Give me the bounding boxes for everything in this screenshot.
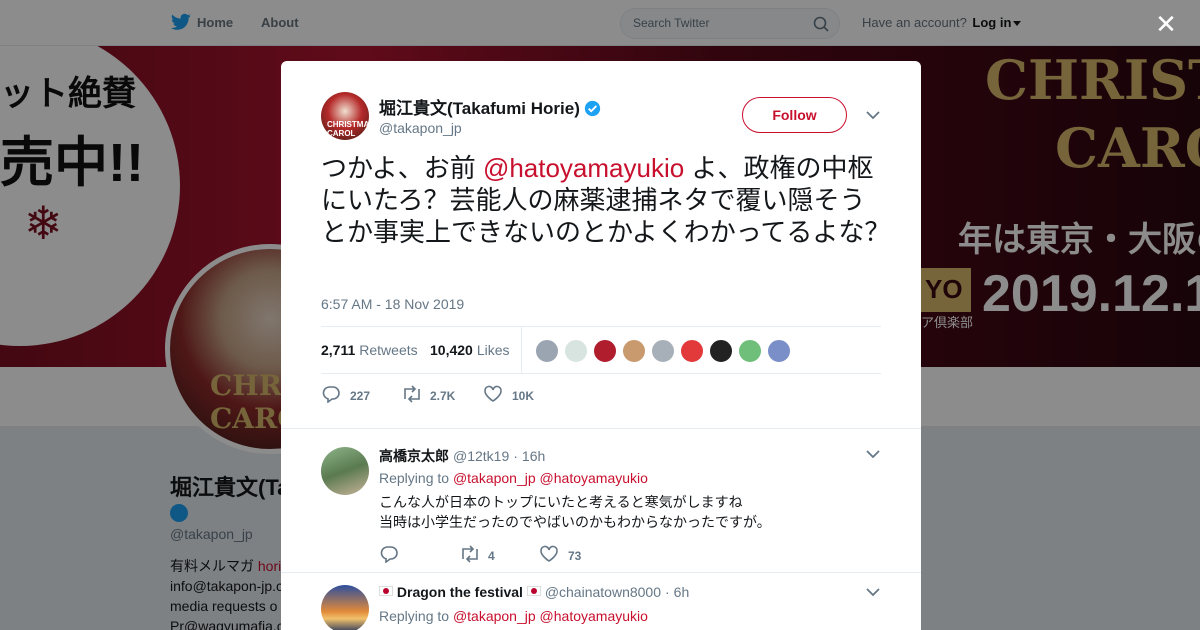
reply-mention-link[interactable]: @hatoyamayukio xyxy=(540,470,648,486)
retweets-label: Retweets xyxy=(359,342,418,358)
author-name-text: 堀江貴文(Takafumi Horie) xyxy=(379,99,580,118)
reply-author-name: 高橋京太郎 xyxy=(379,448,449,464)
liker-avatar[interactable] xyxy=(622,339,646,363)
liker-avatar[interactable] xyxy=(651,339,675,363)
tweet-author-name[interactable]: 堀江貴文(Takafumi Horie) xyxy=(379,94,601,119)
tweet-text-before: つかよ、お前 xyxy=(321,153,483,183)
reply-dot: · xyxy=(513,448,518,464)
reply-mention-link[interactable]: @hatoyamayukio xyxy=(540,608,648,624)
liker-avatar[interactable] xyxy=(680,339,704,363)
reply-replying-to: Replying to @takapon_jp @hatoyamayukio xyxy=(379,608,648,624)
like-count: 10K xyxy=(512,389,535,403)
reply-replying-to: Replying to @takapon_jp @hatoyamayukio xyxy=(379,470,648,486)
avatar-caption: CHRISTMAS CAROL xyxy=(327,120,369,138)
liker-avatar[interactable] xyxy=(564,339,588,363)
replying-to-label: Replying to xyxy=(379,470,450,486)
likes-stat[interactable]: 10,420 Likes xyxy=(430,342,510,358)
liker-avatar[interactable] xyxy=(709,339,733,363)
reply-text: こんな人が日本のトップにいたと考えると寒気がしますね 当時は小学生だったのでやば… xyxy=(379,492,771,532)
section-divider xyxy=(281,572,921,573)
liker-avatar[interactable] xyxy=(738,339,762,363)
replying-to-label: Replying to xyxy=(379,608,450,624)
reply-text-line2: 当時は小学生だったのでやばいのかもわからなかったですが。 xyxy=(379,514,771,530)
japan-flag-icon xyxy=(526,586,541,596)
tweet-modal: CHRISTMAS CAROL 堀江貴文(Takafumi Horie) @ta… xyxy=(281,61,921,630)
reply-icon xyxy=(380,546,398,563)
reply-author-handle: @chainatown8000 xyxy=(544,584,661,600)
japan-flag-icon xyxy=(379,586,393,596)
reply-time: 6h xyxy=(673,584,690,600)
reply-icon xyxy=(322,386,340,403)
reply-author[interactable]: Dragon the festival @chainatown8000 · 6h xyxy=(379,584,689,600)
tweet-text: つかよ、お前 @hatoyamayukio よ、政権の中枢にいたろ？芸能人の麻薬… xyxy=(321,152,891,248)
retweets-stat[interactable]: 2,711 Retweets xyxy=(321,342,418,358)
chevron-down-icon[interactable] xyxy=(866,588,880,597)
tweet-mention-link[interactable]: @hatoyamayukio xyxy=(483,153,684,183)
chevron-down-icon[interactable] xyxy=(866,111,880,120)
likes-label: Likes xyxy=(476,342,510,358)
chevron-down-icon[interactable] xyxy=(866,450,880,459)
reply-count: 227 xyxy=(350,389,371,403)
stats-divider xyxy=(521,327,522,374)
reply-author-handle: @12tk19 xyxy=(453,448,510,464)
reply-avatar[interactable] xyxy=(321,585,369,630)
reply-author[interactable]: 高橋京太郎 @12tk19 · 16h xyxy=(379,446,545,466)
heart-icon xyxy=(540,545,558,562)
verified-badge-icon xyxy=(584,100,601,117)
likes-count: 10,420 xyxy=(430,342,473,358)
reply-time: 16h xyxy=(521,448,546,464)
tweet-author-avatar[interactable]: CHRISTMAS CAROL xyxy=(321,92,369,140)
tweet-stats: 2,711 Retweets 10,420 Likes xyxy=(321,326,881,374)
reply-author-name: Dragon the festival xyxy=(396,584,523,600)
follow-button[interactable]: Follow xyxy=(742,97,847,133)
retweet-count: 2.7K xyxy=(430,389,456,403)
tweet-author-handle[interactable]: @takapon_jp xyxy=(379,120,462,136)
like-count: 73 xyxy=(568,549,582,563)
liker-avatar[interactable] xyxy=(593,339,617,363)
section-divider xyxy=(281,428,921,429)
heart-icon xyxy=(484,385,502,402)
retweet-count: 4 xyxy=(488,549,495,563)
close-icon[interactable]: ✕ xyxy=(1154,11,1178,37)
reply-mention-link[interactable]: @takapon_jp xyxy=(453,608,536,624)
reply-text-line1: こんな人が日本のトップにいたと考えると寒気がしますね xyxy=(379,494,743,510)
retweet-icon xyxy=(462,545,478,563)
reply-dot: · xyxy=(665,584,670,600)
liker-avatar[interactable] xyxy=(535,339,559,363)
retweet-icon xyxy=(404,385,420,403)
liker-avatar[interactable] xyxy=(767,339,791,363)
reply-mention-link[interactable]: @takapon_jp xyxy=(453,470,536,486)
tweet-timestamp[interactable]: 6:57 AM - 18 Nov 2019 xyxy=(321,296,464,312)
reply-avatar[interactable] xyxy=(321,447,369,495)
retweets-count: 2,711 xyxy=(321,342,356,358)
